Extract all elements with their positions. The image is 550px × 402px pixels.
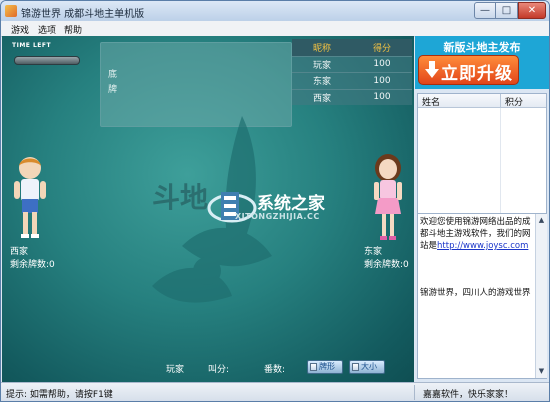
app-icon bbox=[5, 5, 17, 17]
slogan-text: 锦游世界，四川人的游戏世界 bbox=[420, 288, 531, 298]
score-table-header: 昵称 得分 bbox=[292, 39, 412, 57]
time-left-label: TIME LEFT bbox=[12, 42, 52, 49]
sidebar: 新版斗地主发布 立即升级 姓名 积分 ◀ ▶ 欢迎 bbox=[415, 36, 549, 382]
bid-label: 叫分: bbox=[208, 365, 230, 375]
bottom-cards-label-1: 底 bbox=[108, 70, 118, 80]
right-player-remaining: 剩余牌数:0 bbox=[364, 260, 409, 270]
status-hint: 提示: 如需帮助，请按F1键 bbox=[6, 390, 113, 400]
score-col-nickname: 昵称 bbox=[292, 39, 352, 57]
window-title: 锦游世界 成都斗地主单机版 bbox=[21, 9, 145, 20]
left-player-remaining: 剩余牌数:0 bbox=[10, 260, 55, 270]
status-company: 嘉嘉软件，快乐家家！ bbox=[423, 390, 514, 400]
list-col-score[interactable]: 积分 bbox=[505, 95, 523, 108]
menu-bar: 游戏 选项 帮助 bbox=[1, 21, 549, 37]
score-col-score: 得分 bbox=[352, 39, 412, 57]
card-icon bbox=[352, 363, 359, 371]
vertical-scrollbar[interactable]: ▲ ▼ bbox=[535, 214, 547, 378]
message-panel: 欢迎您使用锦游网络出品的成都斗地主游戏软件，我们的网站是http://www.j… bbox=[417, 213, 547, 379]
card-icon bbox=[310, 363, 317, 371]
right-player-avatar bbox=[374, 154, 402, 240]
score-row-name: 玩家 bbox=[292, 55, 352, 73]
sort-by-size-label: 大小 bbox=[361, 362, 377, 371]
score-row-score: 100 bbox=[352, 55, 412, 73]
sort-by-size-button[interactable]: 大小 bbox=[349, 360, 385, 374]
sort-by-pattern-label: 牌形 bbox=[319, 362, 335, 371]
list-col-name[interactable]: 姓名 bbox=[422, 95, 440, 108]
site-logo-title: 系统之家 bbox=[257, 194, 325, 214]
scroll-up-icon[interactable]: ▲ bbox=[536, 215, 547, 225]
promo-title: 新版斗地主发布 bbox=[443, 41, 521, 54]
menu-game[interactable]: 游戏 bbox=[11, 23, 29, 36]
menu-help[interactable]: 帮助 bbox=[64, 23, 82, 36]
score-row-score: 100 bbox=[352, 72, 412, 90]
score-row-score: 100 bbox=[352, 88, 412, 105]
column-divider bbox=[500, 94, 501, 107]
website-link[interactable]: http://www.joysc.com bbox=[437, 241, 528, 251]
scroll-down-icon[interactable]: ▼ bbox=[536, 366, 547, 376]
status-divider bbox=[414, 385, 415, 400]
bottom-cards-label-2: 牌 bbox=[108, 85, 118, 95]
minimize-button[interactable]: — bbox=[474, 2, 496, 19]
status-bar: 提示: 如需帮助，请按F1键 嘉嘉软件，快乐家家！ bbox=[1, 382, 549, 401]
title-bar[interactable]: 锦游世界 成都斗地主单机版 — □ ✕ bbox=[1, 1, 549, 21]
player-list-header: 姓名 积分 bbox=[418, 94, 546, 108]
game-watermark: 斗地 bbox=[152, 181, 209, 214]
promo-banner: 新版斗地主发布 立即升级 bbox=[415, 36, 549, 89]
upgrade-button[interactable]: 立即升级 bbox=[418, 55, 519, 85]
site-logo-subtitle: XITONGZHIJIA.CC bbox=[235, 212, 320, 221]
bottom-player-label: 玩家 bbox=[166, 365, 185, 375]
left-player-name: 西家 bbox=[10, 247, 29, 257]
right-player-name: 东家 bbox=[364, 247, 383, 257]
table-row: 玩家 100 bbox=[292, 55, 412, 73]
maximize-button[interactable]: □ bbox=[496, 2, 518, 19]
score-row-name: 东家 bbox=[292, 72, 352, 90]
app-window: 锦游世界 成都斗地主单机版 — □ ✕ 游戏 选项 帮助 TIME LEFT 底… bbox=[0, 0, 550, 402]
welcome-message: 欢迎您使用锦游网络出品的成都斗地主游戏软件，我们的网站是http://www.j… bbox=[420, 216, 532, 252]
upgrade-button-label: 立即升级 bbox=[441, 64, 513, 84]
sort-by-pattern-button[interactable]: 牌形 bbox=[307, 360, 343, 374]
multiplier-label: 番数: bbox=[264, 365, 286, 375]
time-left-bar bbox=[14, 56, 80, 65]
game-table: TIME LEFT 底 牌 昵称 得分 玩家 100 东家 100 西家 100 bbox=[2, 36, 414, 382]
download-arrow-icon bbox=[425, 61, 439, 78]
close-button[interactable]: ✕ bbox=[518, 2, 546, 19]
menu-options[interactable]: 选项 bbox=[38, 23, 56, 36]
table-row: 东家 100 bbox=[292, 72, 412, 90]
left-player-avatar bbox=[14, 157, 46, 238]
